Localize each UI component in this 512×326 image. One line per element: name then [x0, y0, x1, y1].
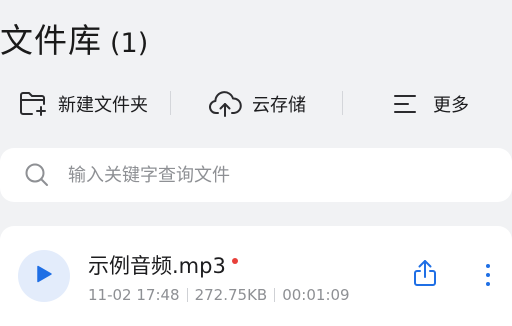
- toolbar-divider: [170, 91, 171, 115]
- search-input[interactable]: [68, 164, 468, 186]
- file-name: 示例音频.mp3: [88, 254, 226, 278]
- cloud-upload-icon: [208, 90, 242, 118]
- more-button[interactable]: 更多: [393, 82, 469, 126]
- play-button[interactable]: [18, 250, 70, 302]
- file-more-options-button[interactable]: [476, 258, 500, 292]
- file-name-row: 示例音频.mp3: [88, 250, 238, 280]
- share-button[interactable]: [408, 258, 442, 292]
- cloud-storage-button[interactable]: 云存储: [208, 82, 306, 126]
- file-size: 272.75KB: [194, 286, 268, 304]
- search-icon: [24, 162, 50, 188]
- menu-lines-icon: [393, 92, 417, 116]
- share-icon: [411, 258, 439, 292]
- search-bar[interactable]: [0, 148, 512, 202]
- file-duration: 00:01:09: [282, 286, 350, 304]
- toolbar-divider: [342, 91, 343, 115]
- file-list-item[interactable]: 示例音频.mp3 11-02 17:48 272.75KB 00:01:09: [0, 226, 512, 326]
- new-folder-label: 新建文件夹: [58, 95, 148, 116]
- cloud-storage-label: 云存储: [252, 95, 306, 116]
- folder-plus-icon: [18, 90, 48, 118]
- new-folder-button[interactable]: 新建文件夹: [18, 82, 148, 126]
- file-meta: 11-02 17:48 272.75KB 00:01:09: [88, 286, 350, 304]
- meta-separator: [274, 288, 276, 302]
- meta-separator: [186, 288, 188, 302]
- new-indicator-dot: [231, 258, 238, 264]
- page-header: 文件库 (1): [0, 14, 149, 60]
- file-date: 11-02 17:48: [88, 286, 180, 304]
- more-dot-icon: [486, 273, 490, 277]
- more-label: 更多: [433, 95, 469, 116]
- toolbar: 新建文件夹 云存储 更多: [0, 82, 512, 126]
- file-count: (1): [110, 28, 149, 59]
- more-dot-icon: [486, 282, 490, 286]
- page-title: 文件库: [0, 21, 102, 60]
- more-dot-icon: [486, 264, 490, 268]
- play-icon: [35, 264, 53, 288]
